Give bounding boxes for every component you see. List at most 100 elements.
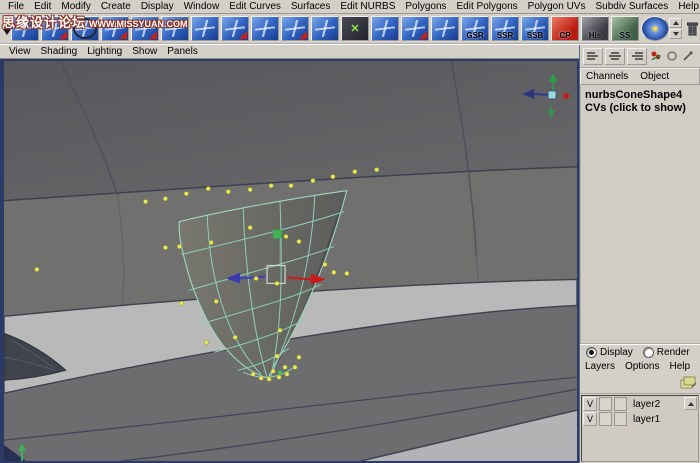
channel-box-panel: Channels Object nurbsConeShape4 CVs (cli… (579, 45, 700, 463)
shelf-revolve-icon[interactable] (71, 16, 99, 41)
trash-icon[interactable] (686, 21, 699, 36)
channel-box-toolbar (580, 45, 700, 68)
layers-menu[interactable]: Layers (585, 361, 615, 372)
channel-layout-icon[interactable] (583, 48, 603, 65)
circle-toggle-icon[interactable] (665, 49, 679, 63)
shelf-surface-icon[interactable] (371, 16, 399, 41)
vp-menu-view[interactable]: View (4, 46, 36, 57)
shelf-gsr-button[interactable]: GSR (461, 16, 489, 41)
hypergraph-icon[interactable] (649, 49, 663, 63)
menu-window[interactable]: Window (179, 1, 225, 12)
shelf-menu-arrow-icon (3, 29, 11, 35)
shelf-surface-icon[interactable] (311, 16, 339, 41)
display-radio[interactable]: Display (586, 347, 633, 358)
vp-menu-show[interactable]: Show (127, 46, 162, 57)
menu-create[interactable]: Create (96, 1, 136, 12)
layer-name[interactable]: layer2 (629, 399, 660, 410)
shelf-label: SSR (492, 31, 518, 40)
options-menu[interactable]: Options (625, 361, 659, 372)
shelf-surface-icon[interactable] (251, 16, 279, 41)
layer-mode-radios: Display Render (580, 345, 700, 360)
radio-unselected-icon (643, 347, 654, 358)
menu-polygons[interactable]: Polygons (400, 1, 451, 12)
layer-type-box[interactable] (599, 397, 612, 411)
menu-help[interactable]: Help (673, 1, 700, 12)
shelf-surface-icon[interactable] (101, 16, 129, 41)
layer-editor-iconrow (580, 373, 700, 394)
object-menu[interactable]: Object (640, 71, 669, 82)
up-arrow-icon (673, 21, 679, 25)
layer-list-scroll-up-button[interactable] (684, 397, 697, 410)
shelf-surface-icon[interactable] (431, 16, 459, 41)
shelf: 思缘设计论坛 WWW.MISSYUAN.COM GSR SSR SSB CP H… (0, 14, 700, 45)
layer-visibility-button[interactable]: V (583, 397, 597, 411)
menu-edit-polygons[interactable]: Edit Polygons (452, 1, 523, 12)
selected-cv-dot[interactable] (278, 370, 282, 374)
shelf-surface-icon[interactable] (41, 16, 69, 41)
vp-menu-panels[interactable]: Panels (162, 46, 203, 57)
shelf-ssb-button[interactable]: SSB (521, 16, 549, 41)
shelf-surface-icon[interactable] (221, 16, 249, 41)
viewport-3d-scene[interactable] (4, 61, 577, 461)
layer-name[interactable]: layer1 (629, 414, 660, 425)
menu-file[interactable]: File (3, 1, 29, 12)
menu-polygon-uvs[interactable]: Polygon UVs (523, 1, 591, 12)
shelf-star-icon[interactable] (641, 16, 669, 41)
channel-box-content: nurbsConeShape4 CVs (click to show) (580, 85, 700, 343)
shelf-ssr-button[interactable]: SSR (491, 16, 519, 41)
layer-color-box[interactable] (614, 397, 627, 411)
layer-editor: Display Render Layers Options Help (580, 343, 700, 463)
display-radio-label: Display (600, 347, 633, 358)
channels-menu[interactable]: Channels (586, 71, 628, 82)
help-menu[interactable]: Help (669, 361, 690, 372)
spinner-down-button[interactable] (669, 29, 682, 39)
channel-layout-icon[interactable] (627, 48, 647, 65)
shelf-label: CP (552, 31, 578, 40)
menu-edit-nurbs[interactable]: Edit NURBS (335, 1, 400, 12)
radio-selected-icon (586, 347, 597, 358)
menu-surfaces[interactable]: Surfaces (286, 1, 335, 12)
shelf-his-button[interactable]: His (581, 16, 609, 41)
vp-menu-shading[interactable]: Shading (36, 46, 83, 57)
cvs-expand-link[interactable]: CVs (click to show) (585, 102, 700, 115)
pencil-icon[interactable] (681, 49, 695, 63)
channel-box-menubar: Channels Object (580, 68, 700, 85)
viewport-3d-view[interactable] (0, 59, 579, 463)
layer-type-box[interactable] (599, 412, 612, 426)
layer-color-box[interactable] (614, 412, 627, 426)
main-menubar: File Edit Modify Create Display Window E… (0, 0, 700, 14)
render-radio[interactable]: Render (643, 347, 690, 358)
layer-editor-menubar: Layers Options Help (580, 360, 700, 373)
vp-menu-lighting[interactable]: Lighting (82, 46, 127, 57)
shelf-cp-button[interactable]: CP (551, 16, 579, 41)
manipulator-y-handle[interactable] (273, 230, 282, 239)
shelf-tab-selector[interactable] (3, 17, 11, 41)
shelf-ss-button[interactable]: SS (611, 16, 639, 41)
shelf-surface-icon[interactable] (11, 16, 39, 41)
selection-name[interactable]: nurbsConeShape4 (585, 89, 700, 102)
shelf-surface-icon[interactable] (401, 16, 429, 41)
layer-row[interactable]: V layer1 (583, 412, 684, 426)
spinner-up-button[interactable] (669, 18, 682, 28)
perspective-viewport-panel: View Shading Lighting Show Panels (0, 45, 579, 463)
create-layer-icon[interactable] (679, 374, 697, 391)
menu-edit-curves[interactable]: Edit Curves (224, 1, 286, 12)
render-radio-label: Render (657, 347, 690, 358)
menu-subdiv-surfaces[interactable]: Subdiv Surfaces (590, 1, 673, 12)
shelf-buttons: GSR SSR SSB CP His SS (11, 16, 669, 41)
shelf-delete-icon[interactable] (341, 16, 369, 41)
layer-row[interactable]: V layer2 (583, 397, 684, 411)
viewport-menubar: View Shading Lighting Show Panels (0, 45, 579, 59)
up-arrow-icon (688, 402, 694, 406)
channel-layout-icon[interactable] (605, 48, 625, 65)
menu-display[interactable]: Display (136, 1, 179, 12)
shelf-tab-arrow-icon (4, 22, 10, 26)
shelf-surface-icon[interactable] (191, 16, 219, 41)
layer-visibility-button[interactable]: V (583, 412, 597, 426)
menu-modify[interactable]: Modify (56, 1, 95, 12)
shelf-loft-icon[interactable] (131, 16, 159, 41)
shelf-label: GSR (462, 31, 488, 40)
menu-edit[interactable]: Edit (29, 1, 56, 12)
shelf-surface-icon[interactable] (161, 16, 189, 41)
shelf-surface-icon[interactable] (281, 16, 309, 41)
